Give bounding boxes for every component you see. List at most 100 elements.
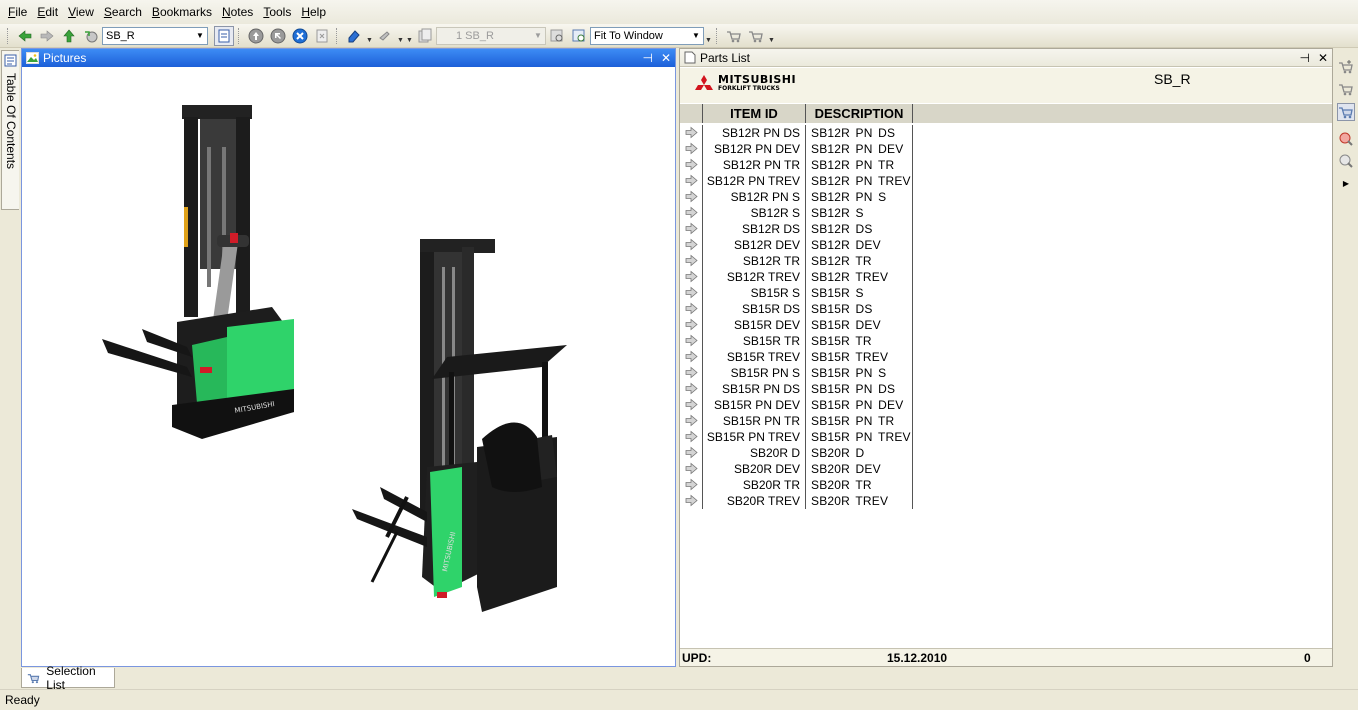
row-arrow-icon[interactable] (685, 174, 698, 187)
toolbar-overflow-icon[interactable]: ▼ (767, 26, 776, 46)
row-arrow-icon[interactable] (685, 414, 698, 427)
cart-icon (1339, 107, 1353, 119)
table-row[interactable]: SB15R DS SB15R DS (680, 301, 1332, 317)
table-row[interactable]: SB12R PN DEV SB12R PN DEV (680, 141, 1332, 157)
forklift-picture[interactable]: MITSUBISHI MITSUBISHI (22, 67, 675, 666)
row-arrow-icon[interactable] (685, 254, 698, 267)
table-row[interactable]: SB20R D SB20R D (680, 445, 1332, 461)
cart-add-button[interactable] (724, 26, 744, 46)
table-row[interactable]: SB15R TR SB15R TR (680, 333, 1332, 349)
table-row[interactable]: SB15R DEV SB15R DEV (680, 317, 1332, 333)
notes-button[interactable] (375, 26, 395, 46)
menu-item-view[interactable]: View (63, 0, 99, 24)
zoom-select[interactable]: Fit To Window ▼ (590, 26, 704, 45)
cart-remove-button[interactable] (746, 26, 766, 46)
column-header-description[interactable]: DESCRIPTION (805, 104, 913, 123)
prev-page-button[interactable] (268, 26, 288, 46)
row-arrow-icon[interactable] (685, 398, 698, 411)
table-row[interactable]: SB15R PN DS SB15R PN DS (680, 381, 1332, 397)
row-arrow-icon[interactable] (685, 302, 698, 315)
chevron-down-icon[interactable]: ▼ (396, 26, 405, 46)
table-row[interactable]: SB20R TREV SB20R TREV (680, 493, 1332, 509)
column-header-item-id[interactable]: ITEM ID (702, 104, 805, 123)
row-arrow-icon[interactable] (685, 142, 698, 155)
menu-item-edit[interactable]: Edit (32, 0, 63, 24)
toolbar-overflow-icon[interactable]: ▼ (365, 26, 374, 46)
menu-item-tools[interactable]: Tools (258, 0, 296, 24)
table-row[interactable]: SB12R TR SB12R TR (680, 253, 1332, 269)
close-icon[interactable]: ✕ (661, 49, 671, 67)
search-parts-side-button[interactable] (1337, 130, 1355, 148)
table-row[interactable]: SB15R PN DEV SB15R PN DEV (680, 397, 1332, 413)
table-row[interactable]: SB20R TR SB20R TR (680, 477, 1332, 493)
zoom-out-button[interactable] (547, 26, 567, 46)
table-row[interactable]: SB15R TREV SB15R TREV (680, 349, 1332, 365)
page-select[interactable]: 1 SB_R ▼ (436, 26, 546, 45)
row-arrow-icon[interactable] (685, 222, 698, 235)
pin-icon[interactable]: ⊣ (1299, 49, 1309, 67)
cart-view-side-button[interactable] (1337, 103, 1355, 121)
row-item-id: SB15R PN DEV (702, 397, 805, 413)
toolbar-overflow-icon[interactable]: ▼ (405, 26, 414, 46)
row-arrow-icon[interactable] (685, 494, 698, 507)
back-arrow-icon (18, 29, 32, 42)
home-button[interactable] (59, 26, 79, 46)
cart-add-side-button[interactable] (1337, 58, 1355, 76)
zoom-side-button[interactable] (1337, 152, 1355, 170)
row-arrow-icon[interactable] (685, 286, 698, 299)
chevron-right-icon[interactable]: ▶ (1337, 174, 1355, 192)
row-arrow-icon[interactable] (685, 478, 698, 491)
table-row[interactable]: SB15R PN S SB15R PN S (680, 365, 1332, 381)
table-row[interactable]: SB20R DEV SB20R DEV (680, 461, 1332, 477)
toolbar-grip[interactable] (716, 27, 720, 44)
menu-item-notes[interactable]: Notes (217, 0, 258, 24)
bookmark-button[interactable] (344, 26, 364, 46)
table-row[interactable]: SB12R S SB12R S (680, 205, 1332, 221)
toolbar-overflow-icon[interactable]: ▼ (704, 26, 713, 46)
row-arrow-icon[interactable] (685, 270, 698, 283)
table-row[interactable]: SB15R PN TREV SB15R PN TREV (680, 429, 1332, 445)
close-doc-button[interactable] (312, 26, 332, 46)
row-arrow-icon[interactable] (685, 206, 698, 219)
back-button[interactable] (15, 26, 35, 46)
table-row[interactable]: SB12R TREV SB12R TREV (680, 269, 1332, 285)
row-arrow-icon[interactable] (685, 382, 698, 395)
zoom-fit-button[interactable] (569, 26, 589, 46)
row-arrow-icon[interactable] (685, 350, 698, 363)
row-arrow-icon[interactable] (685, 334, 698, 347)
history-button[interactable] (81, 26, 101, 46)
table-row[interactable]: SB12R PN DS SB12R PN DS (680, 125, 1332, 141)
menu-item-search[interactable]: Search (99, 0, 147, 24)
book-select[interactable]: SB_R ▼ (102, 26, 208, 45)
row-arrow-icon[interactable] (685, 158, 698, 171)
pages-button[interactable] (415, 26, 435, 46)
toolbar-grip[interactable] (7, 27, 11, 44)
tab-table-of-contents[interactable]: Table Of Contents (1, 50, 19, 210)
row-arrow-icon[interactable] (685, 126, 698, 139)
tab-selection-list[interactable]: Selection List (21, 664, 115, 692)
forward-button[interactable] (37, 26, 57, 46)
table-row[interactable]: SB15R PN TR SB15R PN TR (680, 413, 1332, 429)
row-arrow-icon[interactable] (685, 238, 698, 251)
menu-item-help[interactable]: Help (296, 0, 331, 24)
row-arrow-icon[interactable] (685, 318, 698, 331)
menu-item-bookmarks[interactable]: Bookmarks (147, 0, 217, 24)
cart-remove-side-button[interactable] (1337, 80, 1355, 98)
stop-button[interactable] (290, 26, 310, 46)
menu-item-file[interactable]: File (3, 0, 32, 24)
first-page-button[interactable] (246, 26, 266, 46)
row-arrow-icon[interactable] (685, 430, 698, 443)
row-arrow-icon[interactable] (685, 190, 698, 203)
table-row[interactable]: SB12R PN TREV SB12R PN TREV (680, 173, 1332, 189)
row-arrow-icon[interactable] (685, 446, 698, 459)
table-row[interactable]: SB12R DS SB12R DS (680, 221, 1332, 237)
table-row[interactable]: SB12R PN TR SB12R PN TR (680, 157, 1332, 173)
row-arrow-icon[interactable] (685, 366, 698, 379)
table-row[interactable]: SB12R PN S SB12R PN S (680, 189, 1332, 205)
row-arrow-icon[interactable] (685, 462, 698, 475)
pin-icon[interactable]: ⊣ (642, 49, 652, 67)
page-view-button[interactable] (214, 25, 234, 46)
close-icon[interactable]: ✕ (1318, 49, 1328, 67)
table-row[interactable]: SB15R S SB15R S (680, 285, 1332, 301)
table-row[interactable]: SB12R DEV SB12R DEV (680, 237, 1332, 253)
